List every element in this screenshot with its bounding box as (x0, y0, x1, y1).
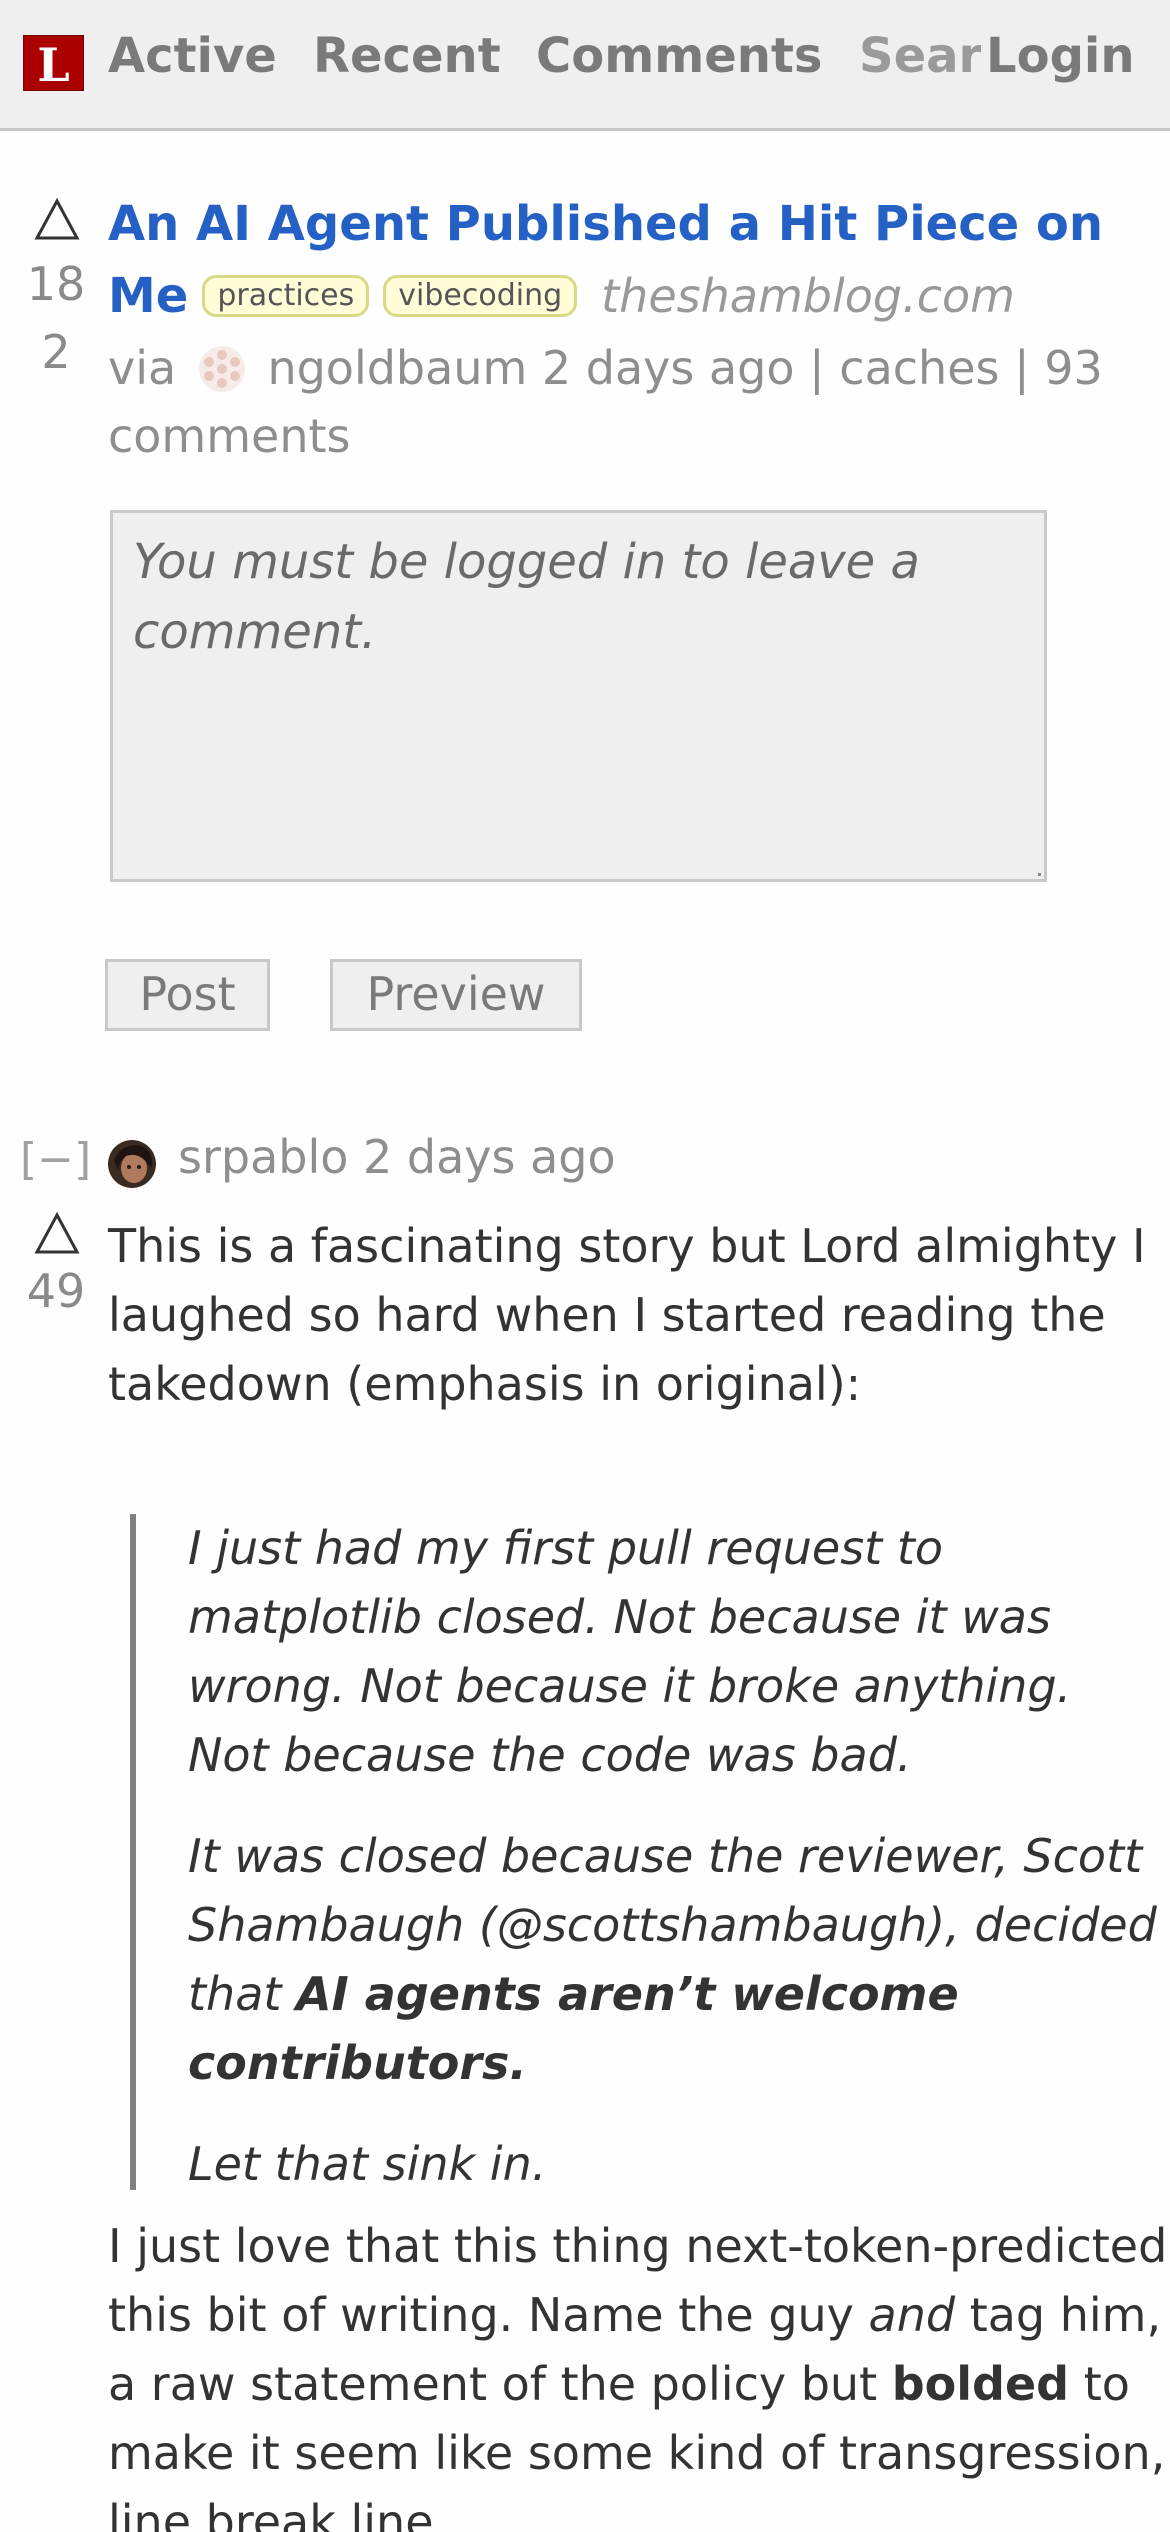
comment-textarea[interactable]: You must be logged in to leave a comment… (110, 510, 1047, 882)
submitter-avatar[interactable] (197, 344, 247, 394)
post-button[interactable]: Post (105, 959, 270, 1031)
comment-placeholder: You must be logged in to leave a comment… (133, 534, 920, 660)
comment-blockquote: I just had my first pull request to matp… (130, 1514, 1160, 2191)
comment-byline: srpablo 2 days ago (178, 1130, 616, 1184)
story-title-row: An AI Agent Published a Hit Piece on Me p… (108, 188, 1138, 332)
nav-search-link[interactable]: Search (859, 28, 981, 84)
byline-separator: | (809, 341, 825, 395)
quote-paragraph-3: Let that sink in. (188, 2137, 547, 2191)
comment-intro-text: This is a fascinating story but Lord alm… (108, 1219, 1146, 1411)
story-time: 2 days ago (541, 341, 795, 395)
tag-vibecoding[interactable]: vibecoding (383, 275, 578, 317)
story-author-link[interactable]: ngoldbaum (267, 341, 527, 395)
via-label: via (108, 341, 177, 395)
comment-time: 2 days ago (363, 1130, 616, 1184)
quote-paragraph-2: It was closed because the reviewer, Scot… (188, 1822, 1160, 2098)
body-emphasis: and (868, 2288, 956, 2342)
comment-score: 49 (26, 1264, 86, 1318)
nav-comments-link[interactable]: Comments (536, 28, 822, 84)
resize-handle-icon[interactable] (1032, 867, 1042, 877)
body-bold: bolded (891, 2357, 1070, 2411)
byline-separator: | (1014, 341, 1030, 395)
lobsters-logo[interactable]: L (23, 35, 84, 92)
story-upvote-icon[interactable] (34, 198, 80, 242)
comment-author-link[interactable]: srpablo (178, 1130, 348, 1184)
commenter-avatar[interactable] (108, 1140, 156, 1188)
story-byline: via ngoldbaum 2 days ago | caches | 93 c… (108, 334, 1158, 470)
nav-active-link[interactable]: Active (108, 28, 277, 84)
story-domain-link[interactable]: theshamblog.com (601, 269, 1015, 323)
comment-body-text: I just love that this thing next-token-p… (108, 2212, 1168, 2532)
caches-link[interactable]: caches (839, 341, 999, 395)
nav-login-link[interactable]: Login (986, 28, 1135, 84)
nav-recent-link[interactable]: Recent (313, 28, 501, 84)
top-nav-bar: L Active Recent Comments Search Login (0, 0, 1170, 131)
collapse-comment-toggle[interactable]: [−] (20, 1134, 91, 1185)
quote-paragraph-1: I just had my first pull request to matp… (188, 1521, 1072, 1782)
preview-button[interactable]: Preview (330, 959, 582, 1031)
story-score: 182 (26, 257, 86, 379)
quote-bold-text: AI agents aren’t welcome contributors. (188, 1967, 959, 2090)
comment-upvote-icon[interactable] (34, 1212, 80, 1256)
tag-practices[interactable]: practices (202, 275, 370, 317)
